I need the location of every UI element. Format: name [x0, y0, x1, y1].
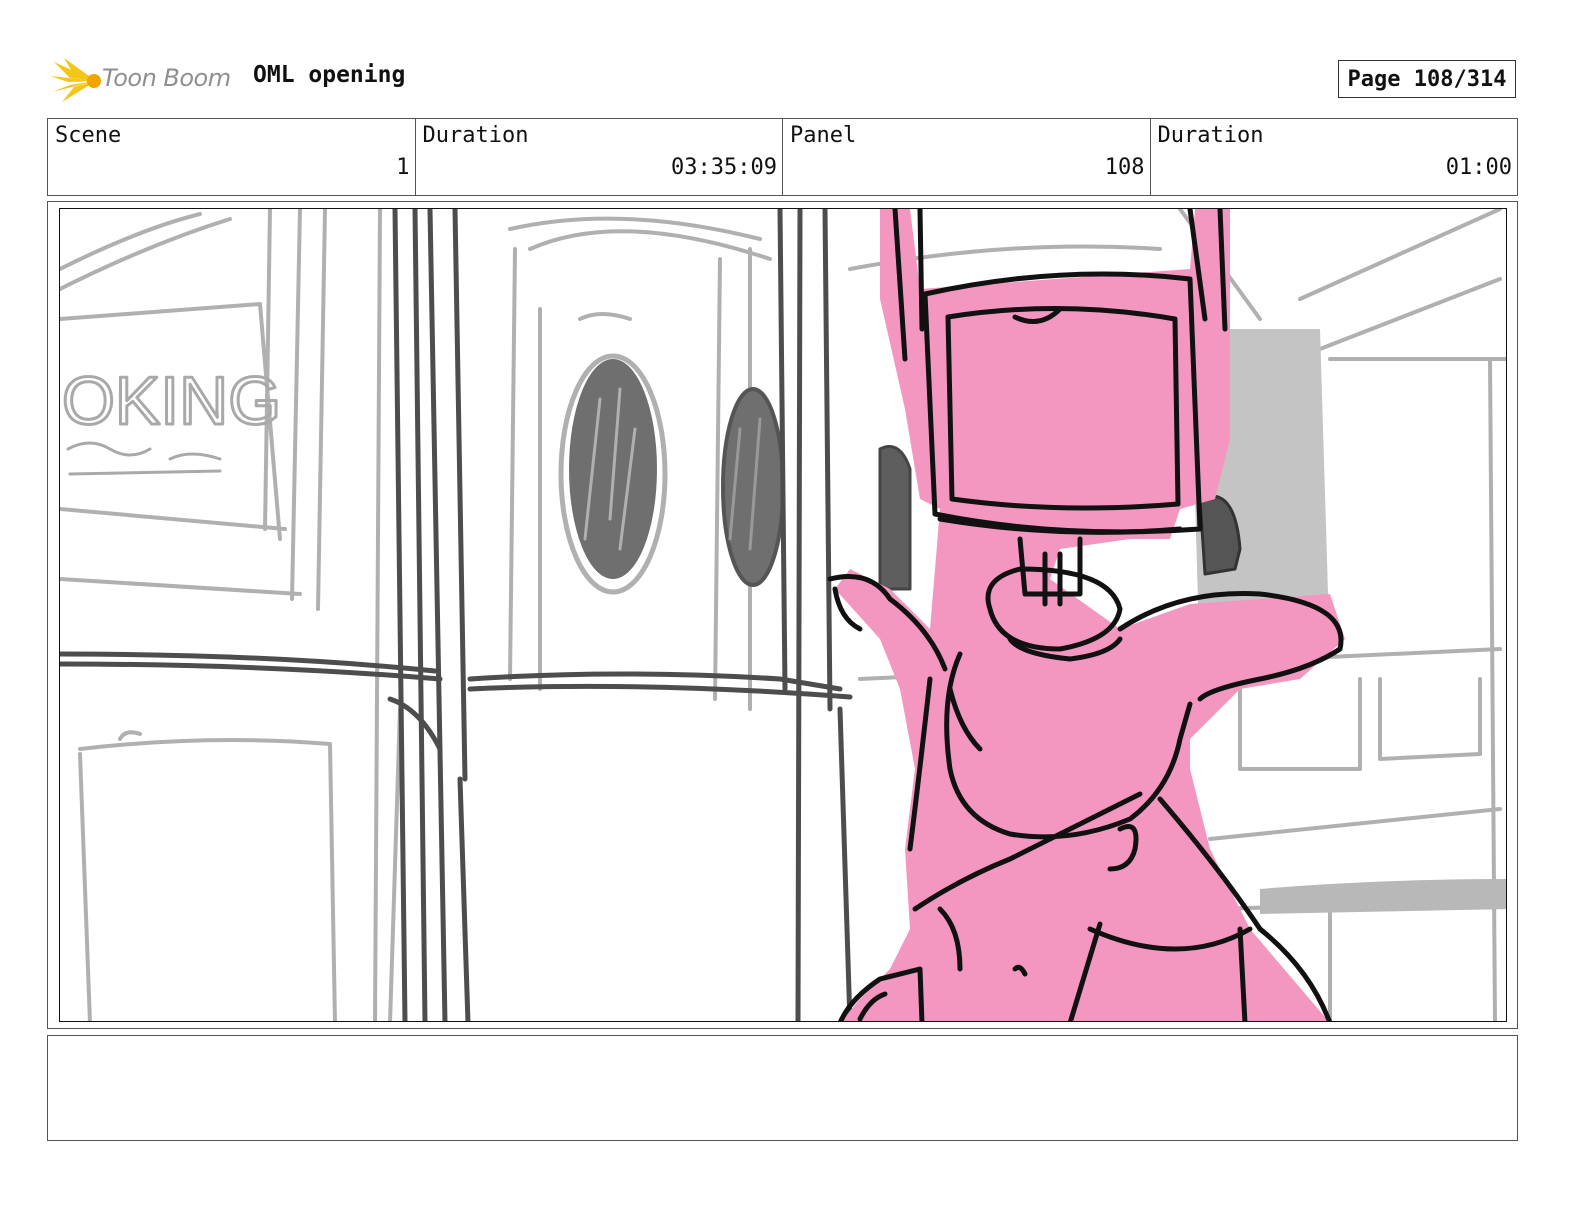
panel-info-table: Scene 1 Duration 03:35:09 Panel 108 Dura… [47, 118, 1518, 196]
scene-label: Scene [55, 123, 122, 148]
panel-duration-label: Duration [1157, 123, 1264, 148]
panel-label: Panel [790, 123, 857, 148]
panel-duration-value: 01:00 [1445, 155, 1512, 180]
project-title: OML opening [253, 62, 406, 88]
panel-value: 108 [1104, 155, 1145, 180]
logo-text: Toon Boom [102, 64, 231, 92]
sign-lettering: OKING [62, 363, 281, 439]
starburst-icon [50, 58, 101, 102]
scene-duration-label: Duration [422, 123, 529, 148]
storyboard-sketch: OKING [60, 209, 1506, 1021]
storyboard-panel-image: OKING [59, 208, 1507, 1022]
scene-duration-cell: Duration 03:35:09 [416, 119, 783, 195]
scene-duration-value: 03:35:09 [671, 155, 777, 180]
toon-boom-logo: Toon Boom [50, 56, 240, 106]
panel-duration-cell: Duration 01:00 [1151, 119, 1518, 195]
page-number: Page 108/314 [1338, 60, 1516, 98]
scene-cell: Scene 1 [48, 119, 416, 195]
panel-cell: Panel 108 [783, 119, 1151, 195]
caption-box [47, 1035, 1518, 1141]
scene-value: 1 [396, 155, 410, 180]
